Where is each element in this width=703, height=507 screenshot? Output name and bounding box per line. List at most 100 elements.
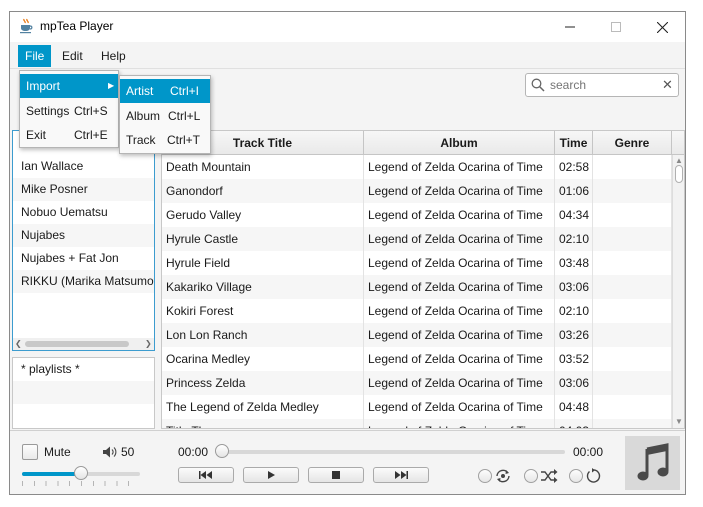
cell-track-title: Hyrule Field [162, 251, 364, 275]
cell-time: 03:52 [555, 347, 593, 371]
table-row[interactable]: The Legend of Zelda Medley Legend of Zeld… [162, 395, 672, 419]
cell-time: 03:26 [555, 323, 593, 347]
stop-icon [332, 471, 340, 479]
album-cover [625, 436, 680, 490]
cell-genre [593, 419, 672, 428]
table-scrollbar[interactable]: ▲ ▼ [672, 155, 684, 428]
minimize-button[interactable] [547, 12, 593, 42]
table-row[interactable]: Lon Lon Ranch Legend of Zelda Ocarina of … [162, 323, 672, 347]
table-header: Track Title Album Time Genre [162, 131, 684, 155]
coffee-cup-icon [18, 18, 34, 34]
cell-time: 03:06 [555, 371, 593, 395]
cell-album: Legend of Zelda Ocarina of Time [364, 251, 555, 275]
artist-list[interactable]: RIKKU (Marika Matsumoto) Nujabes + Fat Jo… [12, 130, 155, 351]
cell-genre [593, 323, 672, 347]
volume-fill [22, 472, 81, 476]
cell-time: 04:03 [555, 419, 593, 428]
close-button[interactable] [639, 12, 685, 42]
cell-track-title: Title Theme [162, 419, 364, 428]
menu-file[interactable]: File [18, 45, 52, 67]
volume-ticks [22, 481, 140, 486]
cell-album: Legend of Zelda Ocarina of Time [364, 227, 555, 251]
shuffle-toggle[interactable] [524, 468, 558, 484]
current-time: 00:00 [178, 445, 209, 459]
repeat-one-toggle[interactable] [478, 468, 512, 484]
cell-album: Legend of Zelda Ocarina of Time [364, 203, 555, 227]
table-row[interactable]: Kakariko Village Legend of Zelda Ocarina … [162, 275, 672, 299]
menu-item-import-artist[interactable]: Artist Ctrl+I [120, 79, 210, 103]
table-row[interactable]: Hyrule Field Legend of Zelda Ocarina of T… [162, 251, 672, 275]
skip-forward-icon [395, 471, 408, 479]
list-item[interactable]: Mike Posner [13, 178, 154, 201]
list-item[interactable]: Nobuo Uematsu [13, 201, 154, 224]
volume-slider-thumb[interactable] [74, 466, 88, 480]
table-row[interactable]: Gerudo Valley Legend of Zelda Ocarina of … [162, 203, 672, 227]
repeat-one-radio[interactable] [478, 469, 492, 483]
cell-track-title: Kakariko Village [162, 275, 364, 299]
list-item[interactable]: Ian Wallace [13, 155, 154, 178]
shuffle-radio[interactable] [524, 469, 538, 483]
column-header-album[interactable]: Album [364, 131, 555, 155]
mute-checkbox[interactable] [22, 444, 38, 460]
cell-genre [593, 251, 672, 275]
list-item[interactable]: * playlists * [13, 358, 154, 381]
scroll-left-icon[interactable]: ❮ [15, 338, 22, 350]
search-input[interactable] [550, 77, 650, 93]
list-item[interactable]: Nujabes [13, 224, 154, 247]
mute-label: Mute [44, 445, 71, 459]
player-bar: Mute 50 00:00 00:00 [10, 430, 685, 494]
play-button[interactable] [243, 467, 299, 483]
cell-genre [593, 203, 672, 227]
column-header-genre[interactable]: Genre [593, 131, 672, 155]
stop-button[interactable] [308, 467, 364, 483]
list-item[interactable]: RIKKU (Marika Matsumoto) [13, 270, 154, 293]
menu-edit[interactable]: Edit [55, 45, 90, 67]
table-row[interactable]: Ganondorf Legend of Zelda Ocarina of Time… [162, 179, 672, 203]
window-title: mpTea Player [40, 19, 114, 33]
repeat-toggle[interactable] [569, 468, 601, 484]
scroll-down-icon[interactable]: ▼ [675, 417, 683, 426]
repeat-one-icon [496, 469, 510, 483]
scrollbar-thumb[interactable] [25, 341, 129, 347]
menu-help[interactable]: Help [94, 45, 133, 67]
cell-album: Legend of Zelda Ocarina of Time [364, 155, 555, 179]
clear-search-icon[interactable]: ✕ [662, 77, 673, 93]
table-row[interactable]: Death Mountain Legend of Zelda Ocarina of… [162, 155, 672, 179]
app-window: mpTea Player File Edit Help ✕ RIKKU (Mar… [9, 11, 686, 495]
minimize-icon [565, 26, 575, 28]
menu-item-import-track[interactable]: Track Ctrl+T [120, 128, 210, 152]
artist-list-scrollbar[interactable]: ❮ ❯ [13, 338, 154, 350]
play-icon [267, 471, 275, 479]
cell-track-title: Gerudo Valley [162, 203, 364, 227]
cell-album: Legend of Zelda Ocarina of Time [364, 395, 555, 419]
cell-time: 02:58 [555, 155, 593, 179]
cell-time: 03:06 [555, 275, 593, 299]
cell-album: Legend of Zelda Ocarina of Time [364, 371, 555, 395]
table-row[interactable]: Kokiri Forest Legend of Zelda Ocarina of … [162, 299, 672, 323]
previous-button[interactable] [178, 467, 234, 483]
empty-row [13, 404, 154, 427]
column-header-time[interactable]: Time [555, 131, 593, 155]
menu-item-exit[interactable]: Exit Ctrl+E [20, 123, 118, 147]
seek-slider[interactable] [218, 450, 565, 454]
submenu-arrow-icon: ▶ [108, 81, 115, 90]
seek-slider-thumb[interactable] [215, 444, 229, 458]
menu-item-settings[interactable]: Settings Ctrl+S [20, 99, 118, 123]
cell-track-title: Kokiri Forest [162, 299, 364, 323]
table-row[interactable]: Ocarina Medley Legend of Zelda Ocarina of… [162, 347, 672, 371]
playlist-list[interactable]: * playlists * [12, 357, 155, 429]
next-button[interactable] [373, 467, 429, 483]
list-item[interactable]: Nujabes + Fat Jon [13, 247, 154, 270]
menu-item-import[interactable]: Import ▶ [20, 74, 118, 98]
menu-item-import-album[interactable]: Album Ctrl+L [120, 104, 210, 128]
repeat-radio[interactable] [569, 469, 583, 483]
scroll-right-icon[interactable]: ❯ [145, 338, 152, 350]
cell-time: 04:34 [555, 203, 593, 227]
table-row[interactable]: Hyrule Castle Legend of Zelda Ocarina of … [162, 227, 672, 251]
cell-genre [593, 155, 672, 179]
maximize-button[interactable] [593, 12, 639, 42]
table-row[interactable]: Title ThemeLegend of Zelda Ocarina of Ti… [162, 419, 672, 428]
table-row[interactable]: Princess Zelda Legend of Zelda Ocarina of… [162, 371, 672, 395]
scroll-up-icon[interactable]: ▲ [675, 156, 683, 165]
scrollbar-thumb[interactable] [675, 165, 683, 183]
